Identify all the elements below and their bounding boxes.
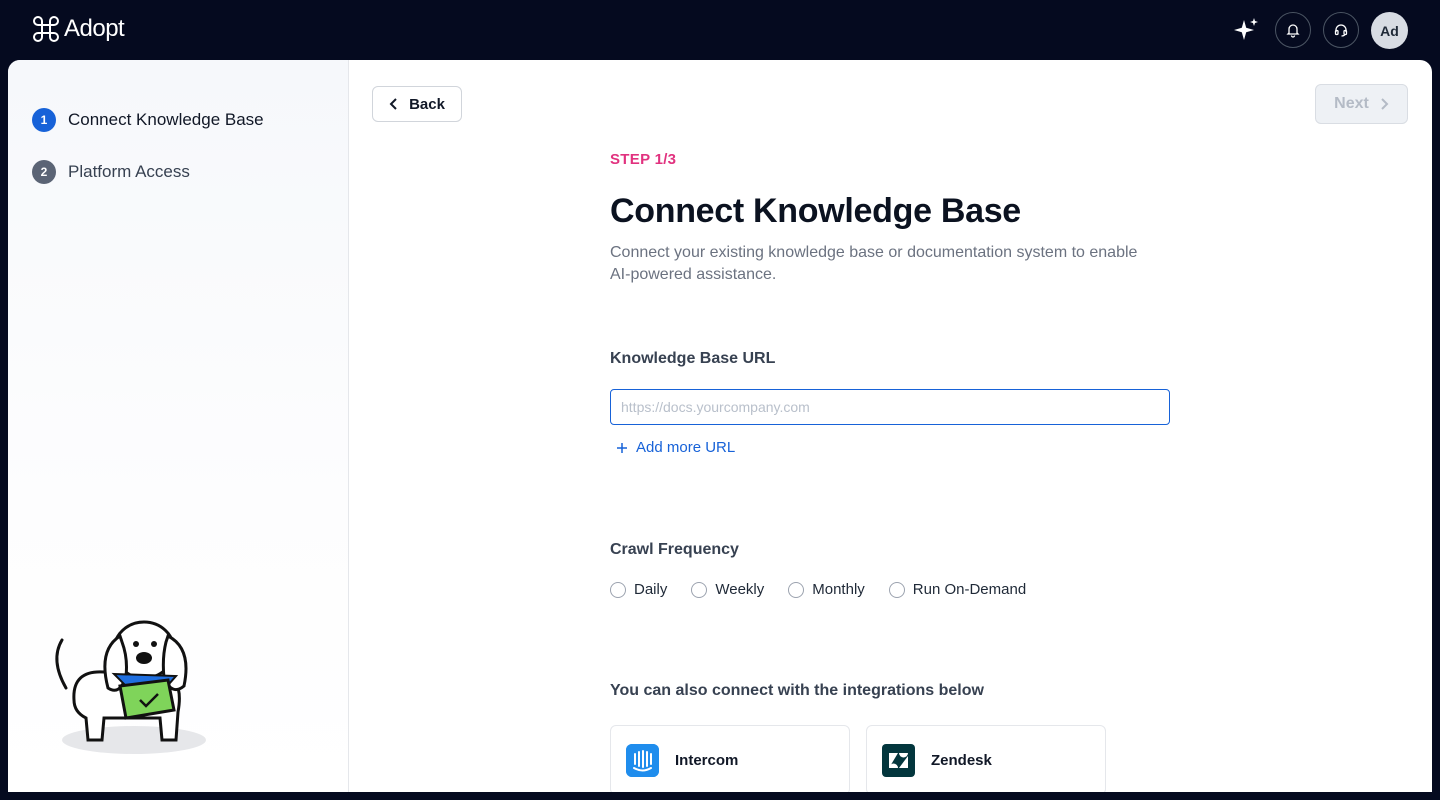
crawl-frequency-options: Daily Weekly Monthly Run On-Demand [610,581,1050,598]
step-label: Connect Knowledge Base [68,110,264,129]
headset-icon [1334,24,1348,37]
knowledge-base-url-input[interactable] [610,389,1170,425]
bell-icon [1286,24,1300,38]
next-button-label: Next [1334,95,1369,112]
chevron-right-icon [1381,98,1389,110]
integration-name: Zendesk [931,751,992,769]
sparkle-icon[interactable] [1232,16,1260,44]
sidebar-step-platform-access[interactable]: 2 Platform Access [32,160,190,184]
step-label: Platform Access [68,162,190,181]
step-indicator: STEP 1/3 [610,151,677,168]
radio-daily[interactable]: Daily [610,581,667,598]
integration-card-zendesk[interactable]: Zendesk [866,725,1106,792]
radio-run-on-demand[interactable]: Run On-Demand [888,581,1027,598]
brand-logo[interactable]: Adopt [32,15,125,43]
command-logo-icon [33,16,59,42]
intercom-icon [626,743,659,777]
zendesk-icon [882,743,915,777]
user-avatar[interactable]: Ad [1371,12,1408,49]
top-bar: Adopt Ad [0,0,1440,60]
radio-label: Weekly [715,581,765,598]
page-title: Connect Knowledge Base [610,192,1021,230]
integration-card-intercom[interactable]: Intercom [610,725,850,792]
radio-label: Monthly [812,581,865,598]
plus-icon [617,442,627,453]
radio-weekly[interactable]: Weekly [691,581,764,598]
main-panel: 1 Connect Knowledge Base 2 Platform Acce… [8,60,1432,792]
notifications-button[interactable] [1275,12,1311,48]
radio-monthly[interactable]: Monthly [788,581,865,598]
sidebar-step-connect-knowledge-base[interactable]: 1 Connect Knowledge Base [32,108,264,132]
radio-button[interactable] [788,581,805,598]
support-button[interactable] [1323,12,1359,48]
back-button[interactable]: Back [372,86,462,122]
crawl-frequency-label: Crawl Frequency [610,541,739,558]
add-more-url-label: Add more URL [636,439,736,456]
step-number-badge: 1 [32,108,56,132]
add-more-url-link[interactable]: Add more URL [616,439,735,456]
radio-button[interactable] [888,581,905,598]
integration-name: Intercom [675,751,739,769]
chevron-left-icon [389,98,397,110]
next-button[interactable]: Next [1315,84,1408,124]
radio-label: Run On-Demand [912,581,1027,598]
step-number-badge: 2 [32,160,56,184]
puppy-mascot-illustration [55,620,206,754]
steps-sidebar: 1 Connect Knowledge Base 2 Platform Acce… [8,60,349,792]
integrations-heading: You can also connect with the integratio… [610,682,984,699]
back-button-label: Back [409,95,445,113]
radio-button[interactable] [610,581,626,598]
page-description: Connect your existing knowledge base or … [610,244,1138,283]
radio-button[interactable] [691,581,708,598]
knowledge-base-url-label: Knowledge Base URL [610,350,776,367]
radio-label: Daily [634,581,668,598]
brand-name: Adopt [64,15,125,42]
